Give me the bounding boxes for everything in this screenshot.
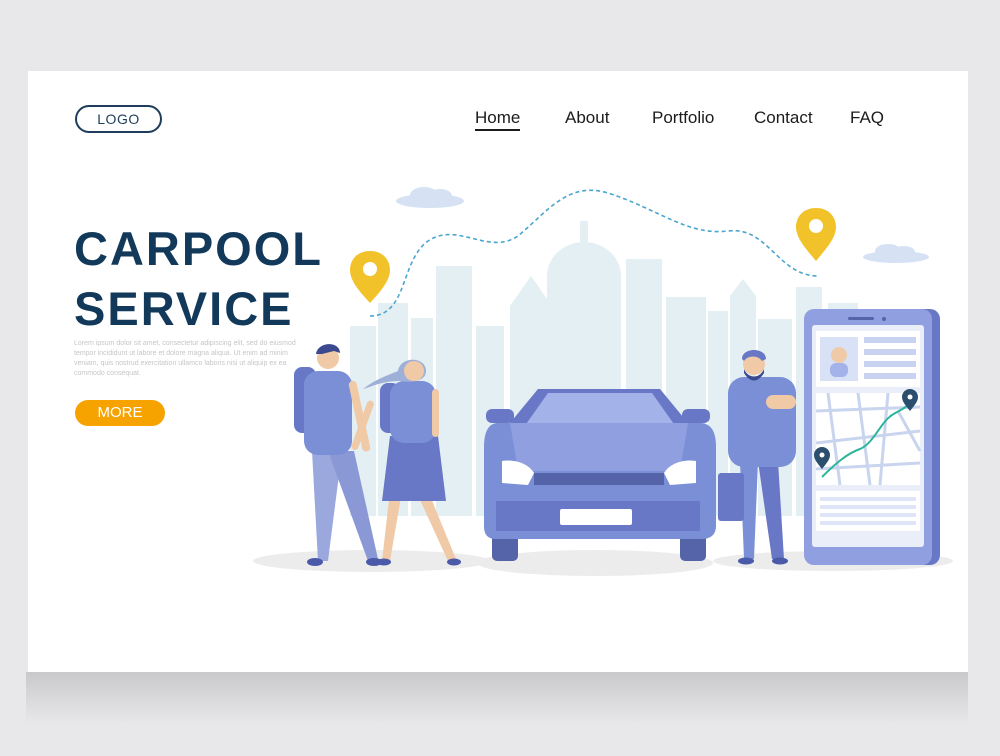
car [484,389,716,561]
landing-page: LOGO Home About Portfolio Contact FAQ CA… [28,71,968,672]
cloud-icon [863,244,929,263]
man-with-briefcase [718,350,796,565]
location-pin-icon [796,208,836,261]
cloud-icon [396,187,464,208]
carpool-illustration [253,187,953,576]
page-shadow [26,672,968,724]
couple-figures [294,344,461,566]
location-pin-icon [350,251,390,303]
phone [804,309,940,565]
